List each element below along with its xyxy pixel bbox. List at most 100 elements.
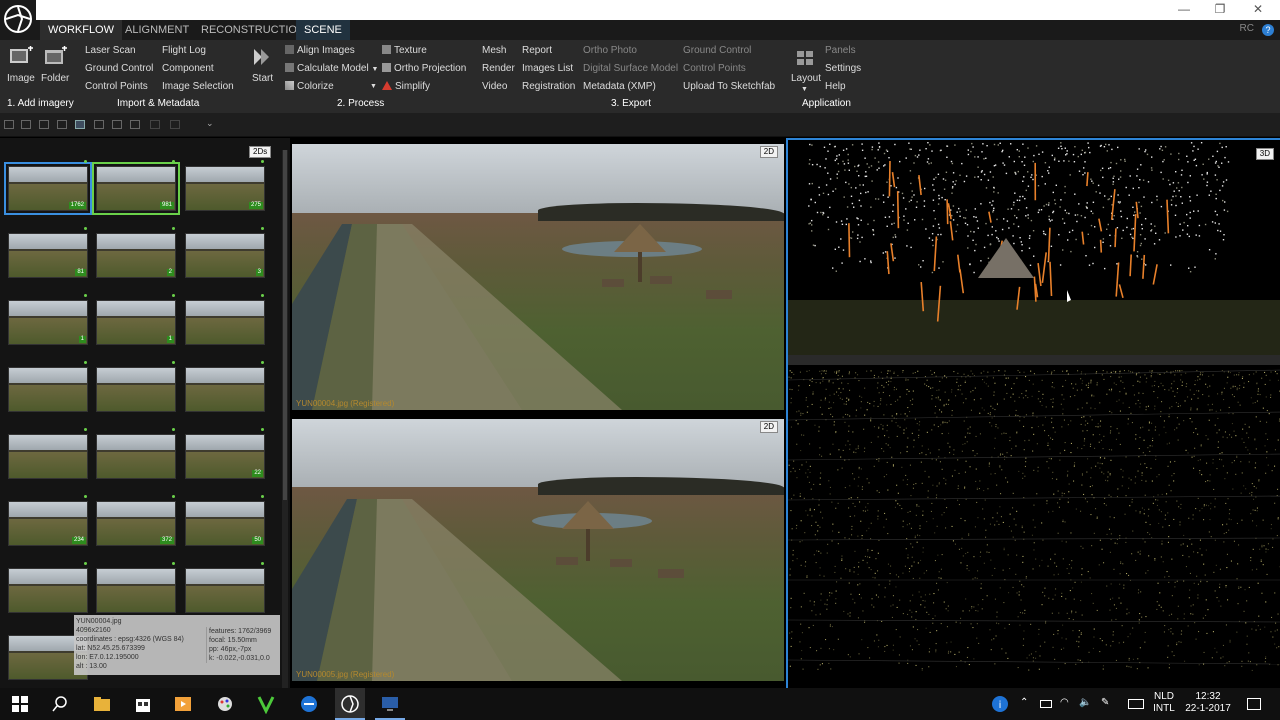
images-view-tag[interactable]: 2Ds bbox=[249, 146, 272, 158]
paint-icon[interactable] bbox=[215, 694, 235, 714]
image-view-top[interactable]: 2D YUN00004.jpg (Registered) bbox=[292, 144, 784, 410]
help-icon[interactable]: ? bbox=[1262, 24, 1274, 36]
image-thumbnail[interactable]: 50 bbox=[185, 501, 265, 546]
image-thumbnail[interactable]: 3 bbox=[185, 233, 265, 278]
component-button[interactable]: Component bbox=[162, 63, 214, 75]
battery-icon[interactable] bbox=[1040, 700, 1052, 708]
view-bottom-tag[interactable]: 2D bbox=[759, 421, 778, 433]
export-ground-control-button[interactable]: Ground Control bbox=[683, 45, 751, 57]
render-button[interactable]: Render bbox=[482, 63, 515, 75]
layout-7-icon[interactable] bbox=[112, 120, 122, 129]
wifi-icon[interactable]: ◠ bbox=[1060, 697, 1069, 709]
image-thumbnail[interactable]: 234 bbox=[8, 501, 88, 546]
search-icon[interactable] bbox=[50, 694, 70, 714]
image-thumbnail[interactable]: 981 bbox=[92, 162, 180, 215]
calculate-model-button[interactable]: Calculate Model ▼ bbox=[285, 63, 378, 76]
edge-browser-icon[interactable] bbox=[299, 694, 319, 714]
file-explorer-icon[interactable] bbox=[92, 694, 112, 714]
metadata-xmp-button[interactable]: Metadata (XMP) bbox=[583, 81, 656, 93]
tab-reconstruction[interactable]: RECONSTRUCTION bbox=[193, 20, 313, 40]
close-button[interactable]: ✕ bbox=[1248, 2, 1268, 16]
dsm-button[interactable]: Digital Surface Model bbox=[583, 63, 678, 75]
add-image-icon[interactable] bbox=[8, 46, 34, 71]
chevron-down-icon[interactable]: ▼ bbox=[372, 66, 379, 73]
redo-icon[interactable] bbox=[170, 120, 180, 129]
3d-view-tag[interactable]: 3D bbox=[1255, 148, 1274, 160]
image-thumbnail[interactable] bbox=[185, 568, 265, 613]
layout-6-icon[interactable] bbox=[94, 120, 104, 129]
layout-4-icon[interactable] bbox=[57, 120, 67, 129]
images-list-button[interactable]: Images List bbox=[522, 63, 573, 75]
layout-1-icon[interactable] bbox=[4, 120, 14, 129]
layout-dropdown-icon[interactable]: ▼ bbox=[801, 84, 808, 96]
image-thumbnail[interactable] bbox=[96, 568, 176, 613]
registration-button[interactable]: Registration bbox=[522, 81, 575, 93]
tab-alignment[interactable]: ALIGNMENT bbox=[117, 20, 197, 40]
panels-button[interactable]: Panels bbox=[825, 45, 856, 57]
clock[interactable]: 12:32 22-1-2017 bbox=[1180, 691, 1236, 715]
layout-3-icon[interactable] bbox=[39, 120, 49, 129]
control-points-button[interactable]: Control Points bbox=[85, 81, 148, 93]
texture-button[interactable]: Texture bbox=[382, 45, 427, 57]
image-thumbnail[interactable] bbox=[96, 434, 176, 479]
image-thumbnail[interactable]: 372 bbox=[96, 501, 176, 546]
layout-5-icon[interactable] bbox=[75, 120, 85, 129]
video-button[interactable]: Video bbox=[482, 81, 507, 93]
export-control-points-button[interactable]: Control Points bbox=[683, 63, 746, 75]
image-thumbnail[interactable]: 81 bbox=[8, 233, 88, 278]
toolbar-dropdown-icon[interactable]: ⌄ bbox=[206, 118, 214, 129]
layout-icon[interactable] bbox=[796, 50, 814, 71]
undo-icon[interactable] bbox=[150, 120, 160, 129]
keyboard-icon[interactable] bbox=[1128, 699, 1144, 709]
restore-button[interactable]: ❐ bbox=[1210, 2, 1230, 16]
ground-control-button[interactable]: Ground Control bbox=[85, 63, 153, 75]
images-scrollbar[interactable] bbox=[282, 150, 288, 690]
windows-start-icon[interactable] bbox=[10, 694, 30, 714]
pen-icon[interactable]: ✎ bbox=[1101, 697, 1109, 709]
app-logo-icon[interactable] bbox=[0, 0, 36, 38]
image-selection-button[interactable]: Image Selection bbox=[162, 81, 234, 93]
start-icon[interactable] bbox=[252, 47, 272, 72]
report-button[interactable]: Report bbox=[522, 45, 552, 57]
image-thumbnail[interactable]: 1 bbox=[96, 300, 176, 345]
image-thumbnail[interactable] bbox=[185, 300, 265, 345]
start-button[interactable]: Start bbox=[252, 73, 273, 85]
align-images-button[interactable]: Align Images bbox=[285, 45, 355, 57]
tray-app-icon[interactable]: i bbox=[990, 694, 1010, 714]
image-thumbnail[interactable]: 1762 bbox=[4, 162, 92, 215]
vpn-icon[interactable] bbox=[256, 694, 276, 714]
image-thumbnail[interactable] bbox=[8, 434, 88, 479]
flight-log-button[interactable]: Flight Log bbox=[162, 45, 206, 57]
ortho-photo-button[interactable]: Ortho Photo bbox=[583, 45, 637, 57]
settings-button[interactable]: Settings bbox=[825, 63, 861, 75]
add-folder-icon[interactable] bbox=[44, 46, 68, 71]
image-thumbnail[interactable] bbox=[185, 367, 265, 412]
image-thumbnail[interactable]: 275 bbox=[185, 166, 265, 211]
layout-8-icon[interactable] bbox=[130, 120, 140, 129]
3d-view[interactable]: 3D bbox=[786, 138, 1280, 688]
tab-scene[interactable]: SCENE bbox=[296, 20, 350, 40]
ortho-projection-button[interactable]: Ortho Projection bbox=[382, 63, 466, 75]
image-thumbnail[interactable]: 22 bbox=[185, 434, 265, 479]
tab-workflow[interactable]: WORKFLOW bbox=[40, 20, 122, 40]
mesh-button[interactable]: Mesh bbox=[482, 45, 506, 57]
store-icon[interactable] bbox=[133, 694, 153, 714]
help-button[interactable]: Help bbox=[825, 81, 846, 93]
image-thumbnail[interactable]: 1 bbox=[8, 300, 88, 345]
add-image-button[interactable]: Image bbox=[7, 73, 35, 85]
taskbar-app-active[interactable] bbox=[335, 688, 365, 720]
upload-sketchfab-button[interactable]: Upload To Sketchfab bbox=[683, 81, 775, 93]
view-top-tag[interactable]: 2D bbox=[759, 146, 778, 158]
input-language[interactable]: NLD INTL bbox=[1150, 691, 1178, 715]
layout-2-icon[interactable] bbox=[21, 120, 31, 129]
colorize-dropdown-icon[interactable]: ▼ bbox=[370, 81, 377, 93]
image-thumbnail[interactable] bbox=[8, 367, 88, 412]
image-view-bottom[interactable]: 2D YUN00005.jpg (Registered) bbox=[292, 419, 784, 681]
image-thumbnail[interactable] bbox=[8, 568, 88, 613]
image-thumbnail[interactable]: 2 bbox=[96, 233, 176, 278]
colorize-button[interactable]: Colorize bbox=[285, 81, 334, 93]
image-thumbnail[interactable] bbox=[96, 367, 176, 412]
simplify-button[interactable]: Simplify bbox=[382, 81, 430, 93]
show-hidden-icons[interactable]: ⌃ bbox=[1020, 697, 1028, 709]
laser-scan-button[interactable]: Laser Scan bbox=[85, 45, 136, 57]
